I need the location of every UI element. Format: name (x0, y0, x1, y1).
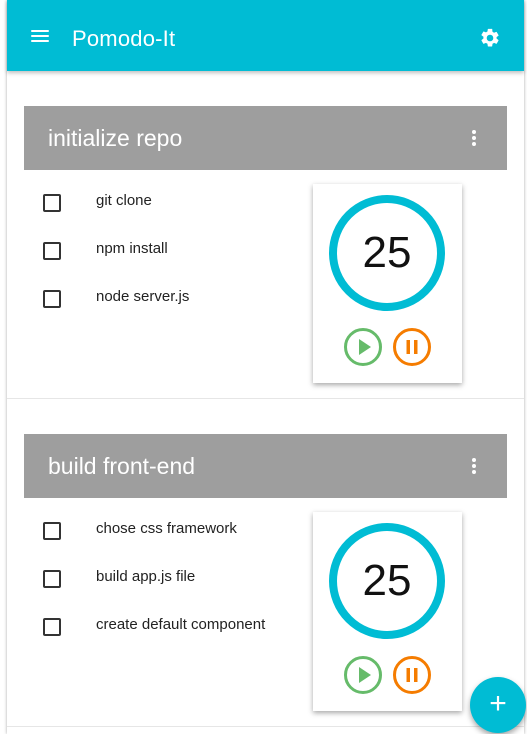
checkbox[interactable] (43, 194, 61, 212)
timer-ring: 25 (329, 195, 445, 311)
hamburger-menu-icon[interactable] (31, 30, 49, 43)
pause-button[interactable] (393, 328, 431, 366)
checkbox[interactable] (43, 570, 61, 588)
add-icon: + (489, 687, 507, 720)
timer-minutes: 25 (362, 556, 412, 605)
checklist-item-label: git clone (96, 192, 152, 209)
task-title: build front-end (48, 453, 196, 479)
play-button[interactable] (344, 656, 382, 694)
more-vert-icon[interactable] (472, 458, 476, 474)
timer-ring: 25 (329, 523, 445, 639)
task-header: initialize repo (24, 106, 507, 170)
task-title: initialize repo (48, 125, 183, 151)
pause-icon (406, 340, 418, 354)
checklist-item-label: create default component (96, 616, 266, 633)
task-card: build front-end chose css framework buil… (7, 399, 524, 726)
checklist-item-label: chose css framework (96, 520, 237, 537)
app-title: Pomodo-It (72, 26, 176, 51)
gear-icon[interactable] (479, 27, 501, 49)
checklist-item-label: node server.js (96, 288, 190, 305)
pomodoro-timer: 25 (313, 184, 462, 383)
checkbox[interactable] (43, 290, 61, 308)
checklist-item-label: npm install (96, 240, 168, 257)
play-button[interactable] (344, 328, 382, 366)
timer-minutes: 25 (362, 228, 412, 277)
card-divider (7, 726, 524, 727)
task-header: build front-end (24, 434, 507, 498)
checklist-item-label: build app.js file (96, 568, 196, 585)
task-card: initialize repo git clone npm install no… (7, 71, 524, 398)
app-bar: Pomodo-It (7, 0, 524, 71)
checkbox[interactable] (43, 618, 61, 636)
checkbox[interactable] (43, 522, 61, 540)
checkbox[interactable] (43, 242, 61, 260)
more-vert-icon[interactable] (472, 130, 476, 146)
add-task-button[interactable]: + (470, 677, 526, 733)
play-icon (359, 339, 371, 355)
play-icon (359, 667, 371, 683)
pomodoro-timer: 25 (313, 512, 462, 711)
pause-button[interactable] (393, 656, 431, 694)
pause-icon (406, 668, 418, 682)
